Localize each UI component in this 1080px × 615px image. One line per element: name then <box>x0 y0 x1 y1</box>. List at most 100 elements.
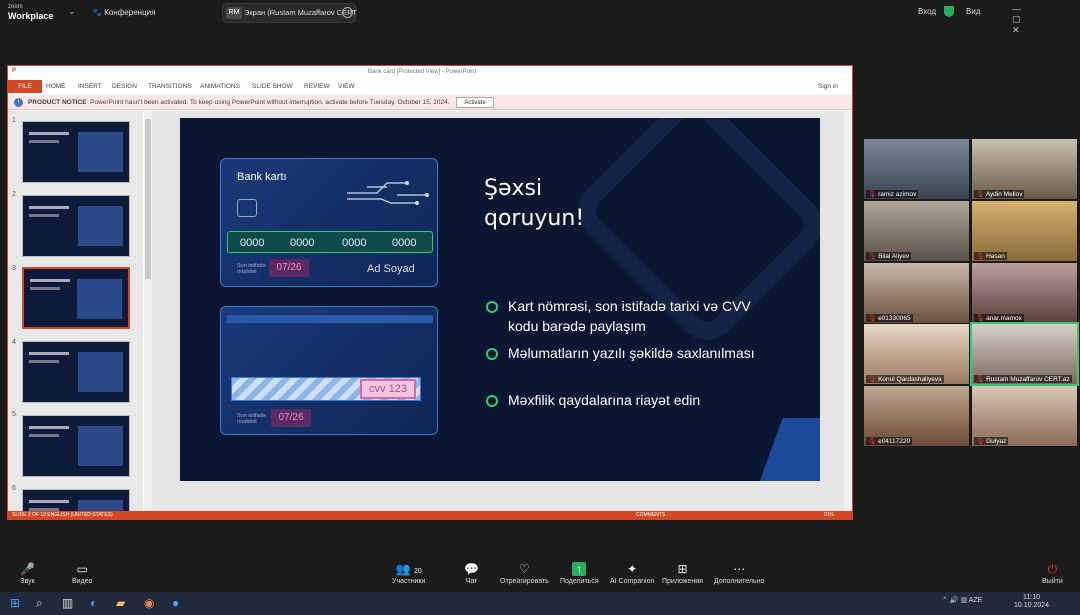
slide-thumbnail-5[interactable] <box>22 415 130 477</box>
tab-home[interactable]: HOME <box>46 83 66 90</box>
slide-thumbnail-4[interactable] <box>22 341 130 403</box>
participant-tile[interactable]: 🎙 Hasan <box>972 201 1077 261</box>
tab-view[interactable]: VIEW <box>338 83 355 90</box>
card-number-strip: 0000 0000 0000 0000 <box>227 231 433 253</box>
card-holder: Ad Soyad <box>367 263 415 275</box>
bullet-text: Kart nömrəsi, son istifadə tarixi və CVV… <box>508 298 751 334</box>
apps-icon: ⊞ <box>677 562 688 576</box>
file-tab[interactable]: FILE <box>8 80 42 93</box>
microphone-muted-icon: 🎤 <box>20 562 35 576</box>
heart-icon: ♡ <box>519 562 530 576</box>
react-button[interactable]: ♡ Отреагировать <box>500 562 549 585</box>
participant-tile[interactable]: 🎙 ramiz azimov <box>864 139 969 199</box>
sign-in-link[interactable]: Sign in <box>818 83 838 90</box>
editor-scrollbar[interactable] <box>844 111 852 511</box>
clock-date: 10.10.2024 <box>1014 602 1050 609</box>
participant-tile-active-speaker[interactable]: 🎙 Rustam Muzaffarov CERT.az <box>970 322 1079 386</box>
circuit-icon <box>347 181 429 205</box>
corner-decoration <box>757 418 820 481</box>
leave-icon: ⏻ <box>1047 562 1058 576</box>
card-title: Bank kartı <box>237 171 287 183</box>
ai-companion-button[interactable]: ✦ AI Companion <box>610 562 654 585</box>
tab-review[interactable]: REVIEW <box>304 83 330 90</box>
participant-name: e01330065 <box>878 315 911 322</box>
tab-design[interactable]: DESIGN <box>112 83 137 90</box>
participant-tile[interactable]: 🎙 Gulyaz <box>972 386 1077 446</box>
info-icon: i <box>14 98 23 107</box>
thumbnail-scrollbar[interactable] <box>144 111 152 511</box>
thumb-number: 1 <box>12 117 16 124</box>
card-number-group: 0000 <box>392 237 417 249</box>
conference-menu[interactable]: 🐾 Конференция <box>92 8 155 17</box>
login-button[interactable]: Вход <box>918 7 936 16</box>
leave-button[interactable]: ⏻ Выйти <box>1042 562 1063 585</box>
participant-tile[interactable]: 🎙 Bilal Aliyev <box>864 201 969 261</box>
bullet-icon <box>486 395 498 407</box>
slide-thumbnail-6[interactable] <box>22 489 130 511</box>
participant-tile[interactable]: 🎙 e01330065 <box>864 263 969 323</box>
zoom-level[interactable]: 91% <box>824 512 834 518</box>
participant-name: e04117220 <box>878 438 911 445</box>
activate-button[interactable]: Activate <box>456 97 494 108</box>
slide-thumbnail-2[interactable] <box>22 195 130 257</box>
video-camera-icon: ▭ <box>76 562 88 576</box>
tab-animations[interactable]: ANIMATIONS <box>200 83 240 90</box>
share-icon: ↑ <box>572 562 587 576</box>
tab-transitions[interactable]: TRANSITIONS <box>148 83 192 90</box>
bank-card-back: cvv 123 Son istifadə müddəti 07/26 <box>220 306 438 435</box>
ppt-title-bar: P Bank card [Protected View] - PowerPoin… <box>8 66 852 80</box>
tab-insert[interactable]: INSERT <box>78 83 102 90</box>
slide-thumbnail-1[interactable] <box>22 121 130 183</box>
chat-icon: 💬 <box>464 562 479 576</box>
slide-thumbnail-3[interactable] <box>22 267 130 329</box>
shield-icon[interactable] <box>944 6 954 17</box>
bullet-text: Məlumatların yazılı şəkildə saxlanılması <box>508 345 755 361</box>
participant-tile[interactable]: 🎙 Konul Qardashaliyeva <box>864 324 969 384</box>
share-screen-button[interactable]: ↑ Поделиться <box>560 562 599 585</box>
system-tray[interactable]: ⌃ 🔊 ▥ AZE <box>942 596 982 604</box>
video-button[interactable]: ▭ Видео <box>72 562 92 585</box>
participant-tile[interactable]: 🎙 anar.mamox <box>972 263 1077 323</box>
participants-icon: 👥 20 <box>395 562 422 576</box>
window-controls[interactable]: — ▢ ✕ <box>1012 4 1080 36</box>
zoom-app-icon[interactable]: ● <box>172 596 179 610</box>
search-icon[interactable]: ⌕ <box>36 596 43 611</box>
audio-button[interactable]: 🎤 Звук <box>20 562 35 585</box>
ppt-status-bar: SLIDE 3 OF 12 ENGLISH (UNITED STATES) CO… <box>8 511 852 520</box>
comments-button[interactable]: COMMENTS <box>636 512 665 518</box>
participant-tile[interactable]: 🎙 e04117220 <box>864 386 969 446</box>
chevron-down-icon[interactable]: ⌄ <box>68 6 76 17</box>
chip-icon <box>237 199 257 217</box>
record-icon[interactable] <box>342 7 353 18</box>
current-slide: Bank kartı 0000 0000 0000 0000 Son istif… <box>180 118 820 481</box>
zoom-logo: zoom Workplace <box>8 4 54 21</box>
bullet-text: Məxfilik qaydalarına riayət edin <box>508 392 701 408</box>
chrome-icon[interactable]: ◉ <box>144 596 154 610</box>
thumb-number: 4 <box>12 339 16 346</box>
bullet-icon <box>486 301 498 313</box>
windows-start-icon[interactable]: ⊞ <box>10 596 20 610</box>
participant-name: Konul Qardashaliyeva <box>878 376 942 383</box>
chat-button[interactable]: 💬 Чат <box>464 562 479 585</box>
participant-tile[interactable]: 🎙 Aydin Mellov <box>972 139 1077 199</box>
conference-label: Конференция <box>104 8 156 17</box>
slide-title: Şəxsi qoruyun! <box>484 176 585 231</box>
edge-icon[interactable]: ◐ <box>90 596 97 610</box>
expiry-label: Son istifadə müddəti <box>237 263 266 275</box>
view-button[interactable]: Вид <box>966 7 980 16</box>
system-clock[interactable]: 11:10 10.10.2024 <box>1014 594 1049 610</box>
card-number-group: 0000 <box>342 237 367 249</box>
file-explorer-icon[interactable]: ▰ <box>116 596 125 610</box>
more-button[interactable]: ⋯ Дополнительно <box>714 562 764 585</box>
tab-slide-show[interactable]: SLIDE SHOW <box>252 83 293 90</box>
thumb-number: 2 <box>12 191 16 198</box>
product-notice-bar: i PRODUCT NOTICE PowerPoint hasn't been … <box>8 95 852 110</box>
expiry-date: 07/26 <box>271 409 311 427</box>
thumb-number: 3 <box>12 265 16 272</box>
task-view-icon[interactable]: ▥ <box>62 596 73 610</box>
apps-button[interactable]: ⊞ Приложения <box>662 562 703 585</box>
participant-name: Rustam Muzaffarov CERT.az <box>986 376 1070 383</box>
sparkle-icon: ✦ <box>627 562 638 576</box>
expiry-date: 07/26 <box>269 259 309 277</box>
participants-button[interactable]: 👥 20 Участники <box>392 562 425 585</box>
